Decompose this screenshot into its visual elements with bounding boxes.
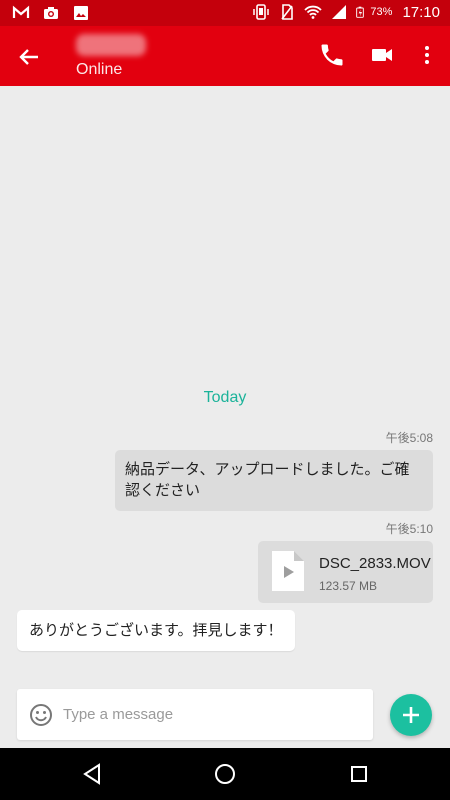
signal-icon — [332, 5, 347, 19]
clock-time: 17:10 — [402, 3, 440, 21]
contact-status: Online — [76, 61, 123, 78]
plus-icon — [403, 707, 419, 723]
file-attachment-bubble[interactable]: DSC_2833.MOV 123.57 MB — [258, 541, 433, 603]
more-options-button[interactable] — [418, 41, 436, 69]
contact-name-redacted[interactable] — [76, 34, 146, 56]
camera-icon — [44, 7, 58, 19]
message-composer — [17, 689, 373, 740]
nav-home-button[interactable] — [214, 763, 236, 785]
message-list[interactable]: Today 午後5:08 納品データ、アップロードしました。ご確認ください 午後… — [0, 86, 450, 678]
add-attachment-button[interactable] — [390, 694, 432, 736]
battery-icon — [356, 6, 365, 18]
arrow-left-icon — [19, 49, 38, 65]
system-navigation-bar — [0, 748, 450, 800]
nav-recents-button[interactable] — [350, 765, 368, 783]
back-button[interactable] — [14, 42, 44, 72]
battery-percent: 73% — [370, 6, 393, 18]
file-name: DSC_2833.MOV — [319, 555, 431, 572]
message-timestamp: 午後5:08 — [385, 431, 433, 445]
phone-call-button[interactable] — [318, 41, 346, 69]
wifi-icon — [304, 5, 323, 19]
incoming-message-bubble[interactable]: ありがとうございます。拝見します！ — [17, 610, 295, 651]
message-timestamp: 午後5:10 — [385, 522, 433, 536]
vibrate-icon — [253, 4, 270, 20]
file-size: 123.57 MB — [319, 579, 378, 593]
status-bar: 73% 17:10 — [0, 0, 450, 26]
outgoing-message-bubble[interactable]: 納品データ、アップロードしました。ご確認ください — [115, 450, 433, 511]
nav-back-button[interactable] — [80, 762, 104, 786]
chat-toolbar: Online — [0, 26, 450, 86]
emoji-icon[interactable] — [29, 703, 53, 727]
gmail-icon — [12, 5, 30, 18]
message-input[interactable] — [63, 689, 363, 740]
video-call-button[interactable] — [370, 43, 394, 67]
gallery-icon — [74, 6, 88, 20]
date-divider: Today — [203, 389, 247, 406]
no-sim-icon — [281, 4, 294, 20]
video-file-icon — [272, 551, 304, 591]
